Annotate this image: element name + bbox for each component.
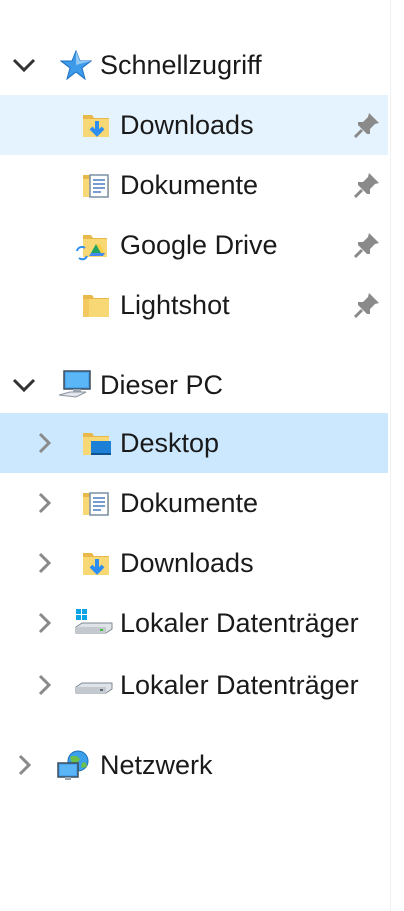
tree-item-label: Dokumente <box>120 170 259 200</box>
documents-folder-icon <box>80 487 112 519</box>
quick-access-label: Schnellzugriff <box>100 50 262 80</box>
pin-icon <box>352 290 382 320</box>
tree-item-documents[interactable]: Dokumente <box>0 155 388 215</box>
tree-item-label: Downloads <box>120 110 254 140</box>
tree-item-label: Lightshot <box>120 290 230 320</box>
tree-item-label: Google Drive <box>120 230 278 260</box>
tree-item-label: Downloads <box>120 548 254 578</box>
star-icon <box>59 49 93 81</box>
tree-item-downloads[interactable]: Downloads <box>0 95 388 155</box>
desktop-folder-icon <box>80 427 112 459</box>
google-drive-folder-icon <box>76 229 108 261</box>
folder-icon <box>80 289 112 321</box>
documents-folder-icon <box>80 169 112 201</box>
network-icon <box>56 749 94 781</box>
chevron-right-icon[interactable] <box>32 551 56 575</box>
tree-item-label: Desktop <box>120 428 220 458</box>
windows-drive-icon <box>74 607 114 639</box>
tree-item-local-disk-c[interactable]: Lokaler Datenträger <box>0 593 388 653</box>
downloads-folder-icon <box>80 109 112 141</box>
network-label: Netzwerk <box>100 750 213 780</box>
downloads-folder-icon <box>80 547 112 579</box>
chevron-right-icon[interactable] <box>32 673 56 697</box>
tree-item-google-drive[interactable]: Google Drive <box>0 215 388 275</box>
chevron-right-icon[interactable] <box>32 611 56 635</box>
pin-icon <box>352 230 382 260</box>
navigation-pane: Schnellzugriff Downloads Dokumente Googl… <box>0 0 388 911</box>
tree-item-label: Lokaler Datenträger <box>120 670 359 700</box>
tree-item-local-disk[interactable]: Lokaler Datenträger <box>0 655 388 715</box>
tree-item-lightshot[interactable]: Lightshot <box>0 275 388 335</box>
chevron-down-icon[interactable] <box>12 53 36 77</box>
vertical-scrollbar-track[interactable] <box>390 0 404 911</box>
chevron-right-icon[interactable] <box>32 491 56 515</box>
tree-item-downloads[interactable]: Downloads <box>0 533 388 593</box>
this-pc-label: Dieser PC <box>100 370 224 400</box>
drive-icon <box>74 669 114 701</box>
pin-icon <box>352 110 382 140</box>
tree-item-documents[interactable]: Dokumente <box>0 473 388 533</box>
tree-item-label: Dokumente <box>120 488 259 518</box>
computer-icon <box>56 369 94 401</box>
chevron-right-icon[interactable] <box>32 431 56 455</box>
tree-item-network[interactable]: Netzwerk <box>0 735 388 795</box>
tree-item-quick-access[interactable]: Schnellzugriff <box>0 35 388 95</box>
pin-icon <box>352 170 382 200</box>
tree-item-desktop[interactable]: Desktop <box>0 413 388 473</box>
chevron-down-icon[interactable] <box>12 373 36 397</box>
tree-item-label: Lokaler Datenträger <box>120 608 359 638</box>
tree-item-this-pc[interactable]: Dieser PC <box>0 355 388 415</box>
chevron-right-icon[interactable] <box>12 753 36 777</box>
